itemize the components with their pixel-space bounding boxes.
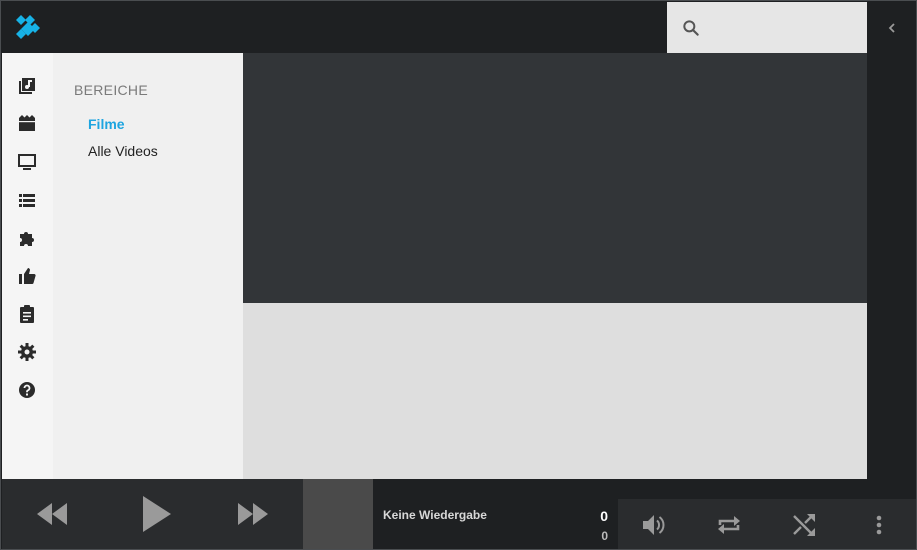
chevron-left-icon[interactable] xyxy=(883,18,901,38)
search-icon[interactable] xyxy=(681,18,701,38)
progress-strip[interactable] xyxy=(618,479,916,499)
section-panel: BEREICHE Filme Alle Videos xyxy=(53,53,243,479)
sidebar-icon-bar xyxy=(2,53,53,479)
settings-gear-icon[interactable] xyxy=(17,342,37,362)
movies-icon[interactable] xyxy=(17,114,37,134)
volume-icon[interactable] xyxy=(640,511,668,539)
now-playing-thumbnail[interactable] xyxy=(303,479,373,549)
play-button[interactable] xyxy=(103,479,203,549)
shuffle-icon[interactable] xyxy=(790,511,818,539)
play-icon xyxy=(143,496,171,532)
time-total: 0 xyxy=(601,529,608,543)
help-icon[interactable] xyxy=(17,380,37,400)
rewind-button[interactable] xyxy=(2,479,102,549)
more-vert-icon[interactable] xyxy=(865,511,893,539)
time-current: 0 xyxy=(600,508,608,524)
repeat-icon[interactable] xyxy=(715,511,743,539)
now-playing-title: Keine Wiedergabe xyxy=(383,508,487,522)
fast-forward-button[interactable] xyxy=(203,479,303,549)
search-bar[interactable] xyxy=(667,2,867,53)
now-playing-info: Keine Wiedergabe 0 0 xyxy=(373,479,618,549)
music-library-icon[interactable] xyxy=(17,76,37,96)
player-bar: Keine Wiedergabe 0 0 xyxy=(2,479,916,549)
addons-icon[interactable] xyxy=(17,228,37,248)
tv-icon[interactable] xyxy=(17,152,37,172)
section-item-filme[interactable]: Filme xyxy=(88,116,125,132)
content-area-light xyxy=(243,303,867,479)
section-heading: BEREICHE xyxy=(74,82,148,98)
playlist-icon[interactable] xyxy=(17,190,37,210)
clipboard-icon[interactable] xyxy=(17,304,37,324)
kodi-web-app: BEREICHE Filme Alle Videos Keine Wiederg… xyxy=(0,0,917,550)
top-header xyxy=(2,2,667,53)
thumbs-up-icon[interactable] xyxy=(17,266,37,286)
kodi-logo-icon[interactable] xyxy=(12,11,44,43)
rewind-icon xyxy=(37,503,67,525)
content-area-dark xyxy=(243,53,867,303)
fast-forward-icon xyxy=(238,503,268,525)
right-collapse-panel xyxy=(867,2,916,479)
section-item-alle-videos[interactable]: Alle Videos xyxy=(88,143,158,159)
search-input[interactable] xyxy=(707,12,857,42)
